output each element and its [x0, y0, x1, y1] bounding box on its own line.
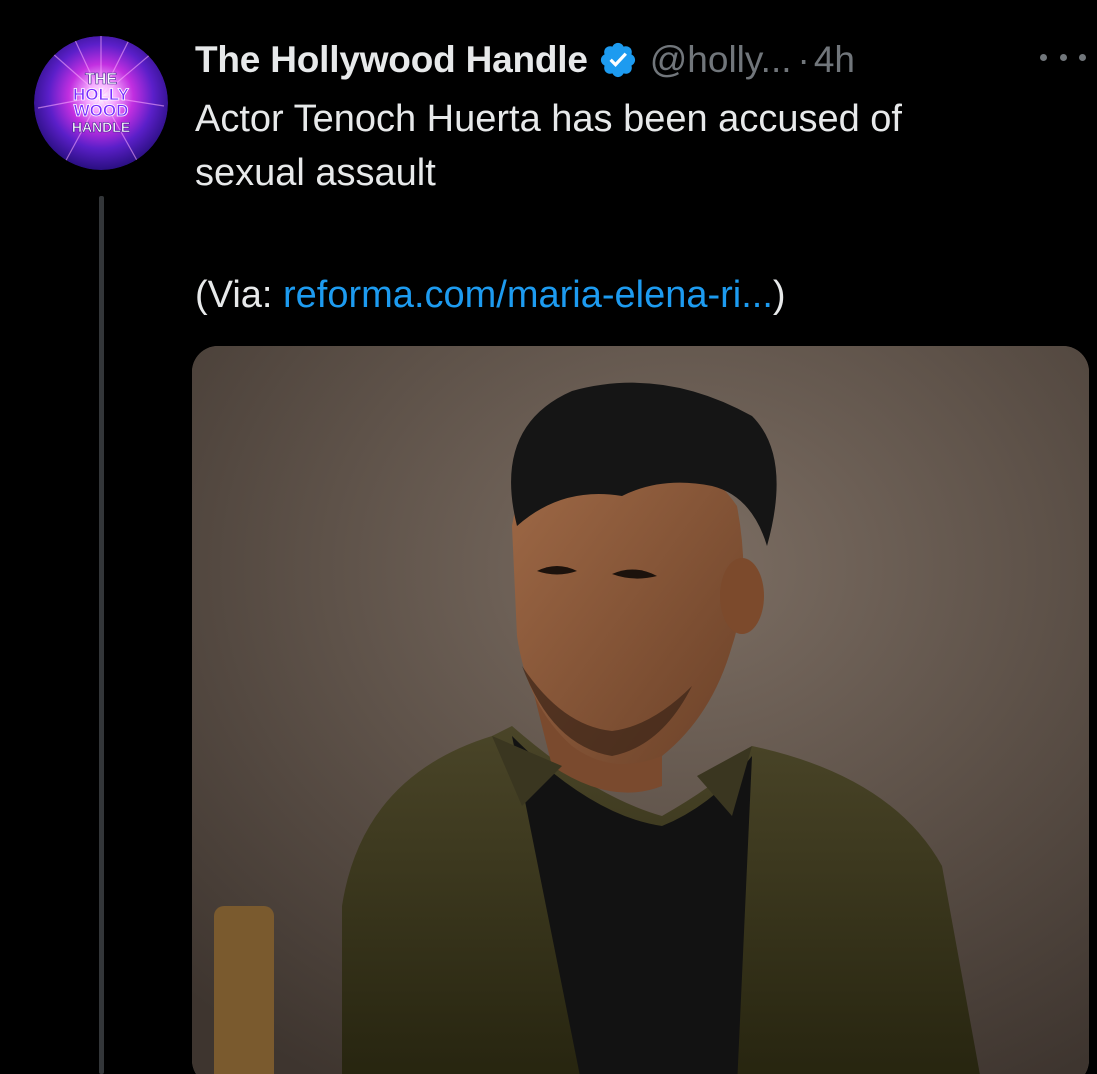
tweet-header: The Hollywood Handle @holly... · 4h	[195, 36, 855, 84]
tweet-text-line: Actor Tenoch Huerta has been accused of	[195, 98, 902, 140]
verified-badge-icon[interactable]	[598, 40, 638, 80]
handle[interactable]: @holly...	[650, 39, 792, 81]
via-line: (Via: reforma.com/maria-elena-ri...)	[195, 268, 786, 322]
via-link[interactable]: reforma.com/maria-elena-ri...	[283, 274, 773, 316]
via-suffix: )	[772, 274, 786, 316]
timestamp[interactable]: 4h	[814, 39, 855, 81]
avatar[interactable]: THE HOLLY WOOD HANDLE	[34, 36, 168, 170]
tweet-text-line: sexual assault	[195, 152, 436, 194]
tweet-text: Actor Tenoch Huerta has been accused of …	[195, 92, 1075, 200]
tweet[interactable]: THE HOLLY WOOD HANDLE The Hollywood Hand…	[0, 0, 1097, 1074]
more-dot	[1079, 53, 1086, 61]
tweet-photo[interactable]	[192, 346, 1089, 1074]
display-name[interactable]: The Hollywood Handle	[195, 39, 588, 81]
more-dot	[1059, 53, 1067, 61]
avatar-text-wood: WOOD	[74, 101, 129, 120]
via-prefix: (Via:	[195, 274, 284, 316]
separator-dot: ·	[797, 39, 810, 80]
more-dot	[1040, 53, 1047, 61]
thread-line	[99, 196, 104, 1074]
more-options-icon[interactable]	[1040, 42, 1086, 72]
avatar-text-handle: HANDLE	[72, 119, 130, 135]
